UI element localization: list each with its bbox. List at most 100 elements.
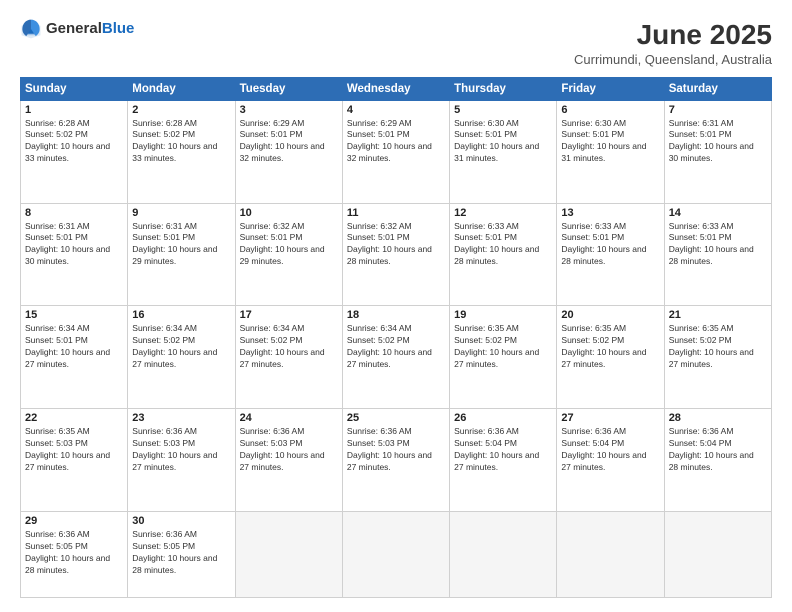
daylight-text-cont: 31 minutes. [561,153,659,165]
calendar-cell: 12Sunrise: 6:33 AMSunset: 5:01 PMDayligh… [450,203,557,306]
sunset-text: Sunset: 5:05 PM [132,541,230,553]
sunrise-text: Sunrise: 6:28 AM [25,118,123,130]
daylight-text-cont: 29 minutes. [132,256,230,268]
day-number: 10 [240,207,338,219]
daylight-text-cont: 27 minutes. [240,359,338,371]
day-info: Sunrise: 6:34 AMSunset: 5:02 PMDaylight:… [132,323,230,371]
calendar-cell: 8Sunrise: 6:31 AMSunset: 5:01 PMDaylight… [21,203,128,306]
daylight-text-cont: 33 minutes. [25,153,123,165]
daylight-text-cont: 29 minutes. [240,256,338,268]
sunrise-text: Sunrise: 6:30 AM [454,118,552,130]
sunrise-text: Sunrise: 6:35 AM [454,323,552,335]
calendar-cell: 25Sunrise: 6:36 AMSunset: 5:03 PMDayligh… [342,409,449,512]
daylight-text: Daylight: 10 hours and [347,347,445,359]
day-info: Sunrise: 6:35 AMSunset: 5:02 PMDaylight:… [454,323,552,371]
daylight-text: Daylight: 10 hours and [25,553,123,565]
calendar-cell: 30Sunrise: 6:36 AMSunset: 5:05 PMDayligh… [128,512,235,598]
daylight-text-cont: 27 minutes. [669,359,767,371]
calendar-cell: 17Sunrise: 6:34 AMSunset: 5:02 PMDayligh… [235,306,342,409]
daylight-text: Daylight: 10 hours and [454,347,552,359]
sunset-text: Sunset: 5:03 PM [132,438,230,450]
daylight-text-cont: 28 minutes. [347,256,445,268]
calendar-cell: 11Sunrise: 6:32 AMSunset: 5:01 PMDayligh… [342,203,449,306]
sunrise-text: Sunrise: 6:29 AM [240,118,338,130]
week-row-4: 22Sunrise: 6:35 AMSunset: 5:03 PMDayligh… [21,409,772,512]
daylight-text-cont: 27 minutes. [132,359,230,371]
day-info: Sunrise: 6:34 AMSunset: 5:02 PMDaylight:… [240,323,338,371]
sunrise-text: Sunrise: 6:28 AM [132,118,230,130]
daylight-text-cont: 30 minutes. [669,153,767,165]
logo: GeneralBlue [20,18,134,40]
daylight-text-cont: 27 minutes. [454,462,552,474]
calendar-cell: 21Sunrise: 6:35 AMSunset: 5:02 PMDayligh… [664,306,771,409]
day-number: 8 [25,207,123,219]
day-info: Sunrise: 6:29 AMSunset: 5:01 PMDaylight:… [240,118,338,166]
calendar-cell: 6 Sunrise: 6:30 AMSunset: 5:01 PMDaylight… [557,100,664,203]
daylight-text: Daylight: 10 hours and [669,347,767,359]
sunset-text: Sunset: 5:02 PM [240,335,338,347]
day-number: 28 [669,412,767,424]
day-info: Sunrise: 6:36 AMSunset: 5:04 PMDaylight:… [454,426,552,474]
day-info: Sunrise: 6:31 AMSunset: 5:01 PMDaylight:… [132,221,230,269]
day-info: Sunrise: 6:29 AMSunset: 5:01 PMDaylight:… [347,118,445,166]
sunrise-text: Sunrise: 6:30 AM [561,118,659,130]
sunset-text: Sunset: 5:02 PM [25,129,123,141]
day-number: 7 [669,104,767,116]
day-number: 6 [561,104,659,116]
sunrise-text: Sunrise: 6:32 AM [347,221,445,233]
daylight-text-cont: 30 minutes. [25,256,123,268]
sunrise-text: Sunrise: 6:36 AM [25,529,123,541]
calendar-cell [235,512,342,598]
day-number: 22 [25,412,123,424]
daylight-text-cont: 27 minutes. [132,462,230,474]
sunset-text: Sunset: 5:01 PM [669,232,767,244]
day-info: Sunrise: 6:30 AMSunset: 5:01 PMDaylight:… [454,118,552,166]
calendar-cell: 4 Sunrise: 6:29 AMSunset: 5:01 PMDaylight… [342,100,449,203]
calendar-cell: 7Sunrise: 6:31 AMSunset: 5:01 PMDaylight… [664,100,771,203]
calendar-cell: 27Sunrise: 6:36 AMSunset: 5:04 PMDayligh… [557,409,664,512]
sunrise-text: Sunrise: 6:34 AM [25,323,123,335]
sunset-text: Sunset: 5:01 PM [561,129,659,141]
day-info: Sunrise: 6:36 AMSunset: 5:03 PMDaylight:… [347,426,445,474]
weekday-header-saturday: Saturday [664,77,771,100]
calendar-cell: 16Sunrise: 6:34 AMSunset: 5:02 PMDayligh… [128,306,235,409]
sunrise-text: Sunrise: 6:31 AM [132,221,230,233]
daylight-text: Daylight: 10 hours and [561,141,659,153]
weekday-header-friday: Friday [557,77,664,100]
week-row-5: 29Sunrise: 6:36 AMSunset: 5:05 PMDayligh… [21,512,772,598]
daylight-text: Daylight: 10 hours and [454,141,552,153]
weekday-header-wednesday: Wednesday [342,77,449,100]
day-number: 5 [454,104,552,116]
daylight-text: Daylight: 10 hours and [240,347,338,359]
sunrise-text: Sunrise: 6:35 AM [669,323,767,335]
day-number: 20 [561,309,659,321]
day-number: 14 [669,207,767,219]
page: GeneralBlue June 2025 Currimundi, Queens… [0,0,792,612]
day-number: 13 [561,207,659,219]
day-info: Sunrise: 6:34 AMSunset: 5:02 PMDaylight:… [347,323,445,371]
day-info: Sunrise: 6:33 AMSunset: 5:01 PMDaylight:… [669,221,767,269]
day-info: Sunrise: 6:30 AMSunset: 5:01 PMDaylight:… [561,118,659,166]
daylight-text-cont: 27 minutes. [240,462,338,474]
month-title: June 2025 [574,18,772,52]
daylight-text-cont: 28 minutes. [669,256,767,268]
day-info: Sunrise: 6:33 AMSunset: 5:01 PMDaylight:… [454,221,552,269]
daylight-text-cont: 31 minutes. [454,153,552,165]
sunrise-text: Sunrise: 6:29 AM [347,118,445,130]
calendar-cell: 14 Sunrise: 6:33 AMSunset: 5:01 PMDayligh… [664,203,771,306]
sunrise-text: Sunrise: 6:31 AM [669,118,767,130]
sunset-text: Sunset: 5:01 PM [561,232,659,244]
sunrise-text: Sunrise: 6:32 AM [240,221,338,233]
day-number: 4 [347,104,445,116]
day-number: 18 [347,309,445,321]
daylight-text: Daylight: 10 hours and [132,141,230,153]
daylight-text-cont: 27 minutes. [561,359,659,371]
daylight-text: Daylight: 10 hours and [240,450,338,462]
calendar-cell [450,512,557,598]
day-info: Sunrise: 6:28 AMSunset: 5:02 PMDaylight:… [25,118,123,166]
day-number: 29 [25,515,123,527]
calendar-cell [664,512,771,598]
calendar-cell: 2Sunrise: 6:28 AMSunset: 5:02 PMDaylight… [128,100,235,203]
daylight-text: Daylight: 10 hours and [240,244,338,256]
daylight-text: Daylight: 10 hours and [132,553,230,565]
